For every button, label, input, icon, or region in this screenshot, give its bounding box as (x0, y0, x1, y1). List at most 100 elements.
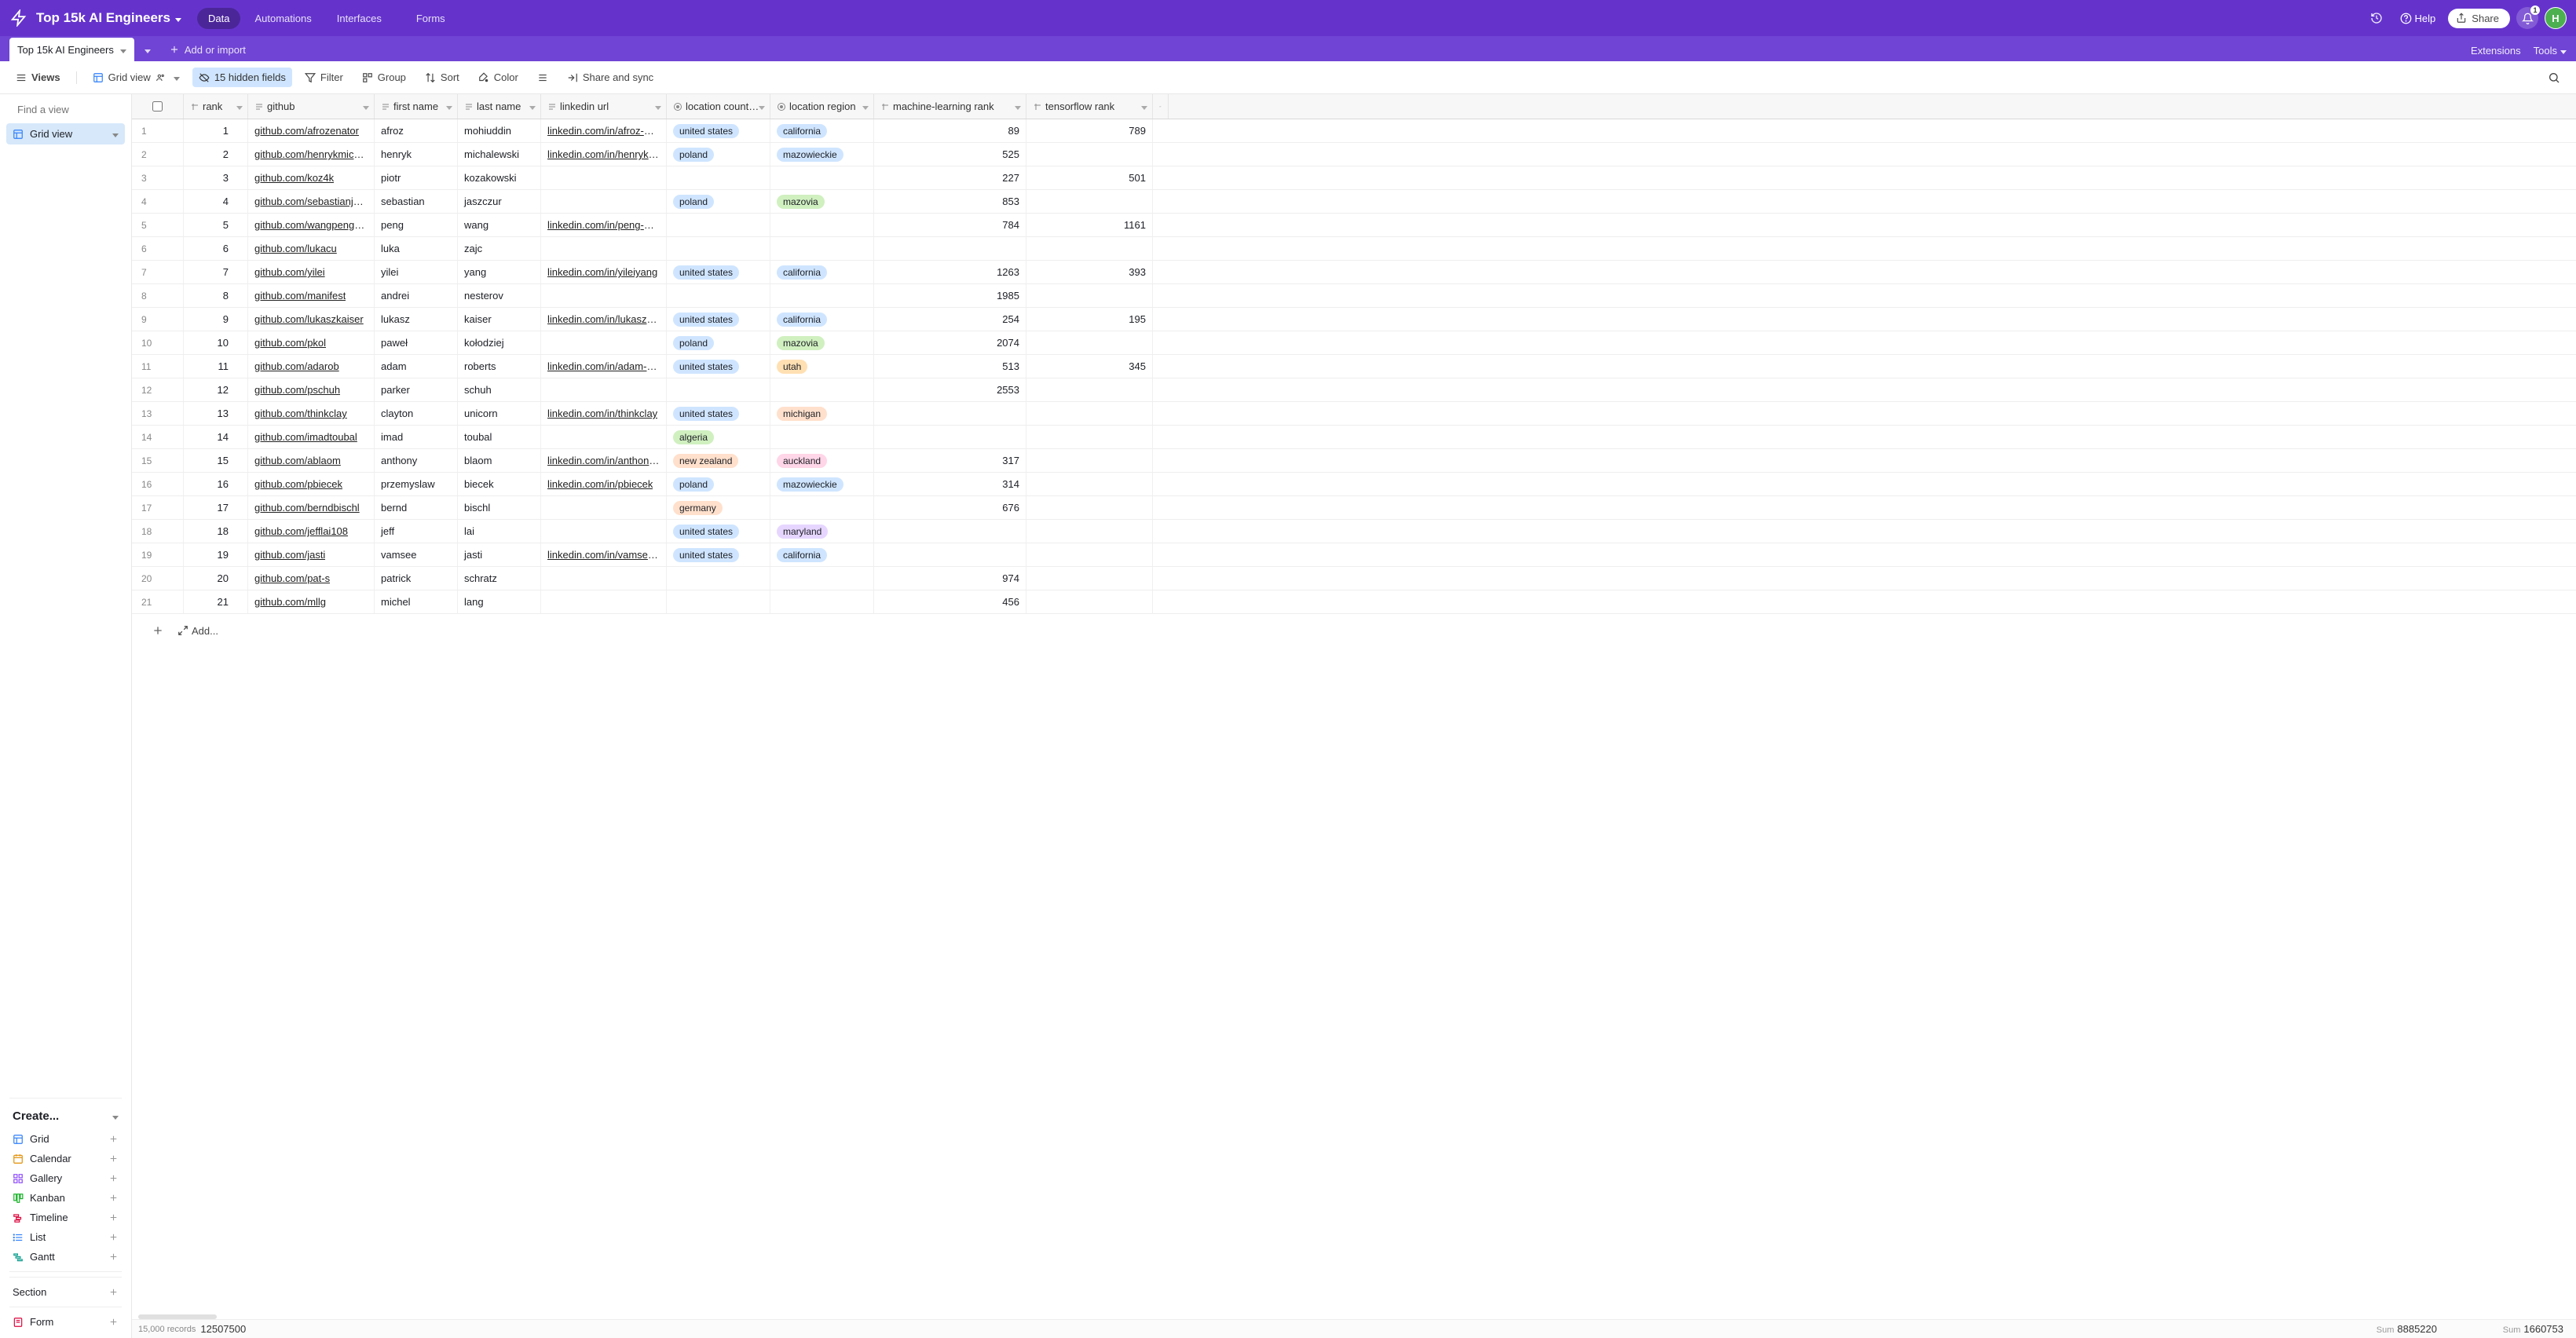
create-gallery[interactable]: Gallery (6, 1168, 125, 1188)
add-column-button[interactable] (1153, 94, 1169, 119)
col-header-linkedin[interactable]: linkedin url (541, 94, 667, 119)
sort-button[interactable]: Sort (419, 68, 466, 87)
col-header-rank[interactable]: rank (184, 94, 248, 119)
help-button[interactable]: Help (2394, 9, 2442, 27)
table-tab-active[interactable]: Top 15k AI Engineers (9, 38, 134, 61)
create-gantt[interactable]: Gantt (6, 1247, 125, 1267)
base-title-dropdown[interactable]: Top 15k AI Engineers (36, 10, 181, 26)
create-kanban[interactable]: Kanban (6, 1188, 125, 1208)
table-row[interactable]: 99github.com/lukaszkaiserlukaszkaiserlin… (132, 308, 2576, 331)
color-button[interactable]: Color (472, 68, 525, 87)
group-button[interactable]: Group (356, 68, 412, 87)
group-label: Group (378, 71, 406, 83)
chevron-down-icon (174, 71, 180, 83)
extensions-tools: Extensions Tools (2471, 45, 2567, 61)
share-button[interactable]: Share (2448, 9, 2510, 28)
col-header-last-name[interactable]: last name (458, 94, 541, 119)
table-row[interactable]: 88github.com/manifestandreinesterov1985 (132, 284, 2576, 308)
add-expand-button[interactable]: Add... (177, 625, 218, 637)
hidden-fields-button[interactable]: 15 hidden fields (192, 68, 292, 87)
hidden-fields-label: 15 hidden fields (214, 71, 286, 83)
find-view-row (6, 101, 125, 119)
nav-tab-automations[interactable]: Automations (243, 8, 322, 29)
create-timeline[interactable]: Timeline (6, 1208, 125, 1227)
col-header-tf-rank[interactable]: tensorflow rank (1026, 94, 1153, 119)
records-label: 15,000 records (138, 1325, 196, 1334)
sum-ml[interactable]: Sum8885220 (2291, 1323, 2443, 1335)
notifications-button[interactable]: 1 (2516, 7, 2538, 29)
nav-tab-interfaces[interactable]: Interfaces (326, 8, 393, 29)
create-section[interactable]: Section (6, 1282, 125, 1302)
view-switcher[interactable]: Grid view (86, 68, 186, 87)
create-form[interactable]: Form (6, 1312, 125, 1332)
chevron-down-icon (2560, 45, 2567, 57)
add-table-label: Add or import (185, 44, 246, 56)
table-row[interactable]: 1313github.com/thinkclayclaytonunicornli… (132, 402, 2576, 426)
table-row[interactable]: 55github.com/wangpengmitpengwanglinkedin… (132, 214, 2576, 237)
sum-tf[interactable]: Sum1660753 (2443, 1323, 2570, 1335)
app-logo[interactable] (9, 9, 28, 27)
table-row[interactable]: 11github.com/afrozenatorafrozmohiuddinli… (132, 119, 2576, 143)
history-icon[interactable] (2366, 7, 2388, 29)
help-label: Help (2415, 13, 2436, 24)
chevron-down-icon (112, 128, 119, 140)
select-all-cell (132, 94, 184, 119)
table-row[interactable]: 33github.com/koz4kpiotrkozakowski227501 (132, 166, 2576, 190)
table-row[interactable]: 22github.com/henrykmichal…henrykmichalew… (132, 143, 2576, 166)
col-header-region[interactable]: location region (770, 94, 874, 119)
grid-area: rank github first name last name linkedi… (132, 94, 2576, 1338)
tools-button[interactable]: Tools (2534, 45, 2567, 57)
table-row[interactable]: 77github.com/yileiyileiyanglinkedin.com/… (132, 261, 2576, 284)
search-button[interactable] (2541, 68, 2567, 88)
create-calendar[interactable]: Calendar (6, 1149, 125, 1168)
select-all-checkbox[interactable] (152, 101, 163, 112)
chevron-down-icon (112, 1110, 119, 1123)
table-row[interactable]: 1717github.com/berndbischlberndbischlger… (132, 496, 2576, 520)
base-title-text: Top 15k AI Engineers (36, 10, 170, 26)
table-row[interactable]: 66github.com/lukaculukazajc (132, 237, 2576, 261)
table-row[interactable]: 1515github.com/ablaomanthonyblaomlinkedi… (132, 449, 2576, 473)
chevron-down-icon (175, 10, 181, 26)
table-row[interactable]: 2020github.com/pat-spatrickschratz974 (132, 567, 2576, 590)
add-row-button[interactable] (148, 620, 168, 641)
nav-tabs: Data Automations Interfaces Forms (197, 8, 456, 29)
top-right-controls: Help Share 1 H (2366, 7, 2567, 29)
horizontal-scroll-indicator (138, 1314, 217, 1319)
extensions-button[interactable]: Extensions (2471, 45, 2521, 57)
sidebar-view-grid[interactable]: Grid view (6, 123, 125, 144)
share-sync-label: Share and sync (583, 71, 653, 83)
create-header[interactable]: Create... (6, 1103, 125, 1129)
col-header-country[interactable]: location count… (667, 94, 770, 119)
user-avatar[interactable]: H (2545, 7, 2567, 29)
table-row[interactable]: 1111github.com/adarobadamrobertslinkedin… (132, 355, 2576, 378)
filter-button[interactable]: Filter (298, 68, 349, 87)
table-row[interactable]: 1212github.com/pschuhparkerschuh2553 (132, 378, 2576, 402)
grid-body[interactable]: 11github.com/afrozenatorafrozmohiuddinli… (132, 119, 2576, 1319)
nav-tab-data[interactable]: Data (197, 8, 240, 29)
color-label: Color (494, 71, 518, 83)
users-icon (156, 72, 166, 82)
col-header-github[interactable]: github (248, 94, 375, 119)
view-name: Grid view (108, 71, 151, 83)
table-row[interactable]: 1414github.com/imadtoubalimadtoubalalger… (132, 426, 2576, 449)
add-row-bar: Add... (132, 614, 2576, 647)
table-row[interactable]: 2121github.com/mllgmichellang456 (132, 590, 2576, 614)
create-grid[interactable]: Grid (6, 1129, 125, 1149)
row-height-button[interactable] (531, 68, 554, 87)
share-sync-button[interactable]: Share and sync (561, 68, 660, 87)
create-list[interactable]: List (6, 1227, 125, 1247)
records-count: 12507500 (200, 1323, 246, 1335)
table-tabs-dropdown[interactable] (136, 38, 159, 61)
table-row[interactable]: 1616github.com/pbiecekprzemyslawbiecekli… (132, 473, 2576, 496)
nav-tab-forms[interactable]: Forms (405, 8, 456, 29)
table-row[interactable]: 1919github.com/jastivamseejastilinkedin.… (132, 543, 2576, 567)
notification-badge: 1 (2530, 5, 2540, 15)
views-button[interactable]: Views (9, 68, 67, 87)
top-bar: Top 15k AI Engineers Data Automations In… (0, 0, 2576, 36)
add-table-button[interactable]: Add or import (159, 38, 255, 61)
table-row[interactable]: 44github.com/sebastianjasz…sebastianjasz… (132, 190, 2576, 214)
col-header-first-name[interactable]: first name (375, 94, 458, 119)
table-row[interactable]: 1818github.com/jefflai108jefflaiunited s… (132, 520, 2576, 543)
col-header-ml-rank[interactable]: machine-learning rank (874, 94, 1026, 119)
table-row[interactable]: 1010github.com/pkolpawełkołodziejpolandm… (132, 331, 2576, 355)
